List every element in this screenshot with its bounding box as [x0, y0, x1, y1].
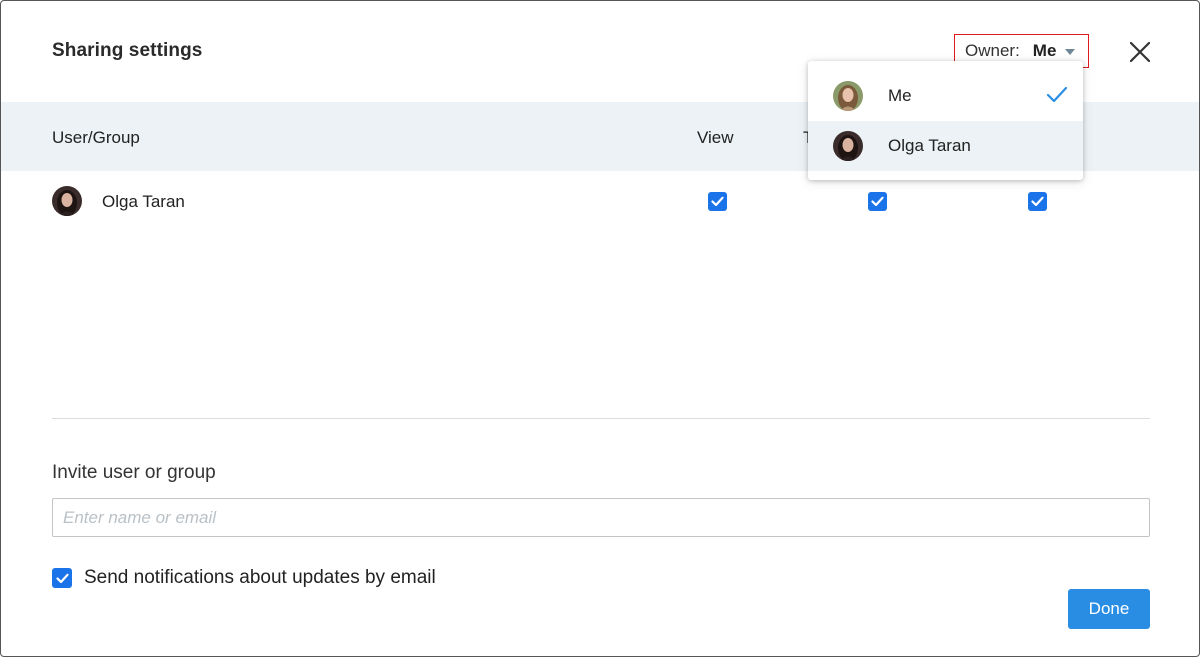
close-button[interactable] [1128, 40, 1152, 64]
column-header-view: View [697, 128, 734, 147]
owner-dropdown-menu: Me Olga Taran [808, 61, 1083, 180]
notify-checkbox[interactable] [52, 568, 72, 588]
owner-option-name: Me [888, 86, 912, 105]
edit-permission-checkbox[interactable] [868, 192, 887, 211]
avatar [833, 131, 863, 161]
column-header-user-group: User/Group [52, 128, 140, 147]
view-permission-checkbox[interactable] [708, 192, 727, 211]
owner-label: Owner: [965, 41, 1020, 60]
invite-label: Invite user or group [52, 462, 216, 483]
owner-option-olga-taran[interactable]: Olga Taran [808, 121, 1083, 171]
avatar [833, 81, 863, 111]
checkmark-icon [871, 196, 884, 207]
manage-permission-checkbox[interactable] [1028, 192, 1047, 211]
notify-option[interactable]: Send notifications about updates by emai… [52, 567, 436, 589]
checkmark-icon [1031, 196, 1044, 207]
section-divider [52, 418, 1150, 419]
avatar [52, 186, 82, 216]
owner-value: Me [1032, 41, 1057, 60]
caret-down-icon [1065, 49, 1076, 55]
row-user-name: Olga Taran [102, 192, 185, 211]
notify-label: Send notifications about updates by emai… [84, 567, 436, 588]
owner-option-me[interactable]: Me [808, 71, 1083, 121]
checkmark-icon [711, 196, 724, 207]
invite-input[interactable] [52, 498, 1150, 537]
close-icon [1129, 41, 1151, 63]
checkmark-icon [1046, 86, 1068, 103]
table-row: Olga Taran [1, 181, 1199, 223]
owner-option-name: Olga Taran [888, 136, 971, 155]
sharing-settings-dialog: Sharing settings Owner: Me User/Group Vi… [0, 0, 1200, 657]
dialog-title: Sharing settings [52, 40, 203, 61]
done-button[interactable]: Done [1068, 589, 1150, 629]
checkmark-icon [55, 573, 69, 583]
